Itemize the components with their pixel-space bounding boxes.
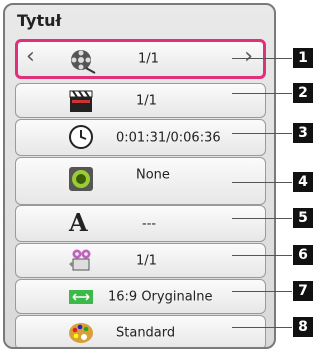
palette-icon [69,323,93,343]
aspect-ratio-icon [69,290,93,304]
aspect-value: 16:9 Oryginalne [108,289,213,304]
angle-value: 1/1 [136,253,157,268]
next-arrow-icon[interactable]: › [244,44,253,70]
chapter-row[interactable]: 1/1 [15,83,266,118]
picture-mode-value: Standard [116,325,176,340]
aspect-row[interactable]: 16:9 Oryginalne [15,279,266,314]
callout-1: 1 [293,48,313,68]
panel-title: Tytuł [17,11,62,30]
title-value: 1/1 [138,51,159,67]
title-row[interactable]: ‹ 1/1 › [15,39,266,79]
callout-2: 2 [293,83,313,103]
callout-line [232,93,292,94]
callout-line [232,182,292,183]
subtitle-row[interactable]: A --- [15,205,266,242]
speaker-icon [69,167,93,191]
callout-line [232,133,292,134]
callout-line [232,255,292,256]
callout-line [232,58,292,59]
angle-row[interactable]: 1/1 [15,243,266,278]
clapperboard-icon [69,90,93,112]
chapter-value: 1/1 [136,93,157,108]
camera-icon [69,249,91,271]
callout-3: 3 [293,123,313,143]
prev-arrow-icon[interactable]: ‹ [26,44,35,70]
time-value: 0:01:31/0:06:36 [116,130,221,145]
callout-line [232,291,292,292]
callout-line [232,327,292,328]
audio-row[interactable]: None [15,157,266,205]
callout-8: 8 [293,317,313,337]
callout-4: 4 [293,172,313,192]
audio-value: None [136,167,170,183]
subtitle-value: --- [142,216,157,231]
time-row[interactable]: 0:01:31/0:06:36 [15,119,266,156]
callout-line [232,218,292,219]
clock-icon [69,125,93,149]
picture-mode-row[interactable]: Standard [15,315,266,347]
osd-panel: Tytuł ‹ 1/1 › 1/1 0:01:31/0:06:36 None A… [3,3,276,349]
callout-5: 5 [293,208,313,228]
callout-7: 7 [293,281,313,301]
subtitle-a-icon: A [69,208,88,237]
film-reel-icon [71,50,96,74]
callout-6: 6 [293,245,313,265]
